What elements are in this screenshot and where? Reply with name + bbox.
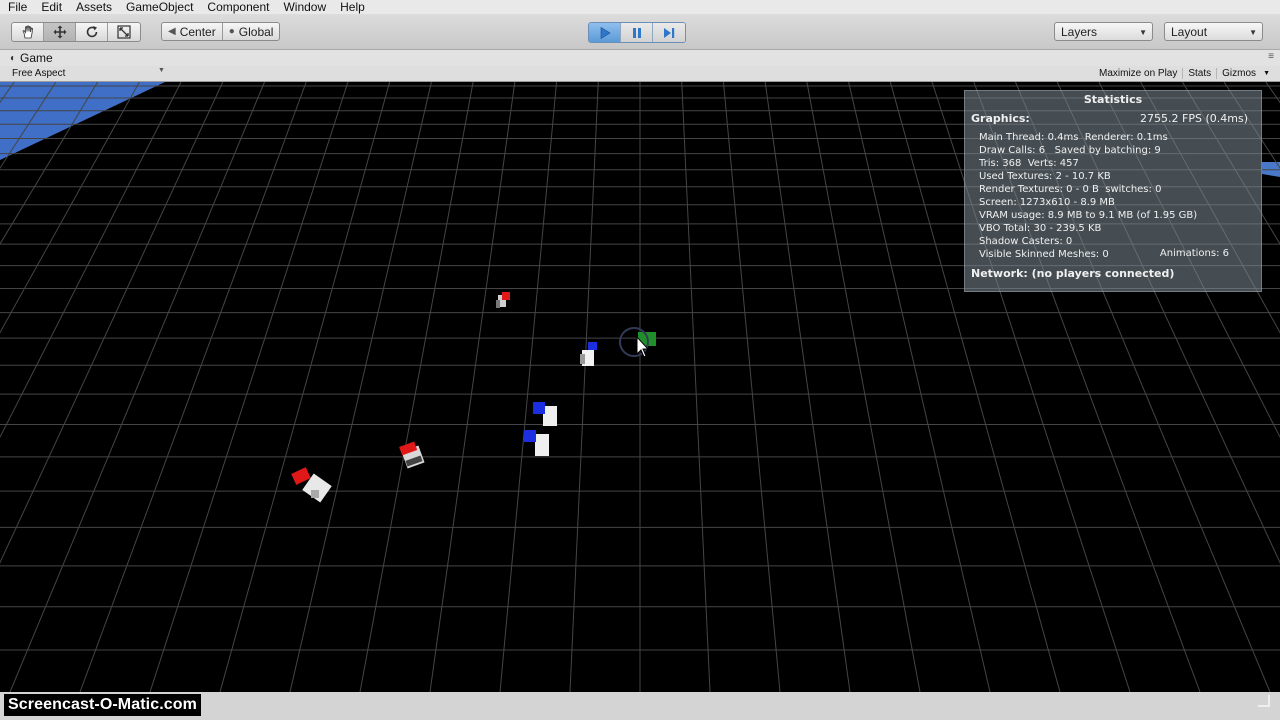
tab-game-label: Game <box>20 51 53 65</box>
layout-label: Layout <box>1171 24 1208 39</box>
grid-line <box>149 82 349 692</box>
globe-icon: ● <box>228 26 235 37</box>
stat-line: Draw Calls: 6 Saved by batching: 9 <box>979 145 1161 156</box>
layers-label: Layers <box>1061 24 1098 39</box>
chevron-down-icon: ▼ <box>158 67 165 74</box>
grid-line <box>289 82 432 692</box>
menu-component[interactable]: Component <box>199 0 275 14</box>
menu-gameobject[interactable]: GameObject <box>118 0 199 14</box>
watermark-label: Screencast-O-Matic.com <box>4 694 201 716</box>
statistics-lines: Main Thread: 0.4ms Renderer: 0.1ms Draw … <box>979 131 1197 261</box>
red-unit <box>496 292 510 308</box>
grid-line <box>499 82 558 692</box>
animations-count: Animations: 6 <box>1159 248 1229 259</box>
pause-button[interactable] <box>621 23 653 42</box>
move-tool-button[interactable] <box>44 23 76 41</box>
grid-line <box>806 82 921 692</box>
grid-line <box>429 82 516 692</box>
stat-line: Used Textures: 2 - 10.7 KB <box>979 171 1111 182</box>
grid-line <box>0 82 15 104</box>
blue-unit <box>533 402 557 426</box>
stat-line: Main Thread: 0.4ms Renderer: 0.1ms <box>979 132 1168 143</box>
game-view-options: Maximize on Play Stats Gizmos ▼ <box>1094 68 1270 79</box>
scale-tool-button[interactable] <box>108 23 140 41</box>
play-icon <box>600 26 611 39</box>
game-view-toolbar: Free Aspect ▼ Maximize on Play Stats Giz… <box>0 66 1280 82</box>
gizmos-dropdown[interactable]: Gizmos <box>1216 68 1261 79</box>
maximize-on-play-toggle[interactable]: Maximize on Play <box>1094 68 1182 79</box>
grid-line <box>359 82 474 692</box>
grid-line <box>722 82 781 692</box>
stat-line: Render Textures: 0 - 0 B switches: 0 <box>979 184 1162 195</box>
menu-assets[interactable]: Assets <box>68 0 118 14</box>
pause-icon <box>632 27 641 38</box>
space-global-button[interactable]: ● Global <box>223 23 280 40</box>
red-unit <box>291 467 332 503</box>
game-panel-header: ◐ Game ≡ <box>0 50 1280 66</box>
fps-readout: 2755.2 FPS (0.4ms) <box>1140 112 1248 125</box>
stats-toggle[interactable]: Stats <box>1182 68 1216 79</box>
menu-bar: File Edit Assets GameObject Component Wi… <box>0 0 1280 14</box>
unity-editor-window: File Edit Assets GameObject Component Wi… <box>0 0 1280 720</box>
rotate-tool-button[interactable] <box>76 23 108 41</box>
grid-line <box>0 82 224 564</box>
grid-line <box>0 82 140 334</box>
grid-line <box>681 82 711 692</box>
grid-line <box>219 82 391 692</box>
stat-line: Screen: 1273x610 - 8.9 MB <box>979 197 1115 208</box>
grid-line <box>0 82 99 245</box>
step-icon <box>664 27 675 38</box>
space-label: Global <box>238 24 274 39</box>
playback-controls <box>588 22 686 43</box>
menu-help[interactable]: Help <box>332 0 371 14</box>
menu-file[interactable]: File <box>0 0 33 14</box>
stat-line: Shadow Casters: 0 <box>979 236 1073 247</box>
grid-line <box>764 82 851 692</box>
stat-line: VBO Total: 30 - 239.5 KB <box>979 223 1102 234</box>
stat-line: Tris: 368 Verts: 457 <box>979 158 1079 169</box>
tab-game[interactable]: ◐ Game <box>10 51 53 65</box>
statistics-title: Statistics <box>1083 93 1143 106</box>
grid-line <box>79 82 307 692</box>
layers-dropdown[interactable]: Layers ▼ <box>1054 22 1153 41</box>
game-controller-icon: ◐ <box>10 52 17 64</box>
layout-dropdown[interactable]: Layout ▼ <box>1164 22 1263 41</box>
grid-line <box>0 82 182 439</box>
panel-menu-icon[interactable]: ≡ <box>1268 51 1274 62</box>
chevron-down-icon: ▼ <box>1263 70 1270 77</box>
grid-line <box>569 82 599 692</box>
game-viewport[interactable]: Statistics Graphics: 2755.2 FPS (0.4ms) … <box>0 82 1280 692</box>
pivot-center-button[interactable]: ◀ Center <box>162 23 223 40</box>
sky-background <box>0 82 165 160</box>
network-status: Network: (no players connected) <box>971 267 1175 280</box>
rotate-icon <box>86 26 97 38</box>
graphics-heading: Graphics: <box>971 112 1030 125</box>
statistics-overlay: Statistics Graphics: 2755.2 FPS (0.4ms) … <box>964 90 1262 292</box>
pivot-icon: ◀ <box>168 26 176 37</box>
chevron-down-icon: ▼ <box>1139 28 1147 37</box>
transform-tools <box>11 22 141 42</box>
scale-icon <box>117 25 131 39</box>
pivot-label: Center <box>179 24 216 39</box>
aspect-dropdown[interactable]: Free Aspect <box>12 68 65 79</box>
menu-edit[interactable]: Edit <box>33 0 68 14</box>
blue-unit <box>580 342 597 366</box>
grid-line <box>9 82 265 692</box>
chevron-down-icon: ▼ <box>1249 28 1257 37</box>
main-toolbar: ◀ Center ● Global Layers ▼ Layout ▼ <box>0 14 1280 50</box>
step-button[interactable] <box>653 23 685 42</box>
stat-line: VRAM usage: 8.9 MB to 9.1 MB (of 1.95 GB… <box>979 210 1198 221</box>
hand-tool-button[interactable] <box>12 23 44 41</box>
resize-grip-icon <box>1258 695 1270 707</box>
red-unit <box>399 441 425 469</box>
hand-icon <box>21 25 33 39</box>
grid-line <box>0 82 57 170</box>
pivot-toggles: ◀ Center ● Global <box>161 22 281 41</box>
menu-window[interactable]: Window <box>275 0 332 14</box>
play-button[interactable] <box>589 23 621 42</box>
blue-unit <box>524 430 549 456</box>
move-arrows-icon <box>53 25 66 39</box>
